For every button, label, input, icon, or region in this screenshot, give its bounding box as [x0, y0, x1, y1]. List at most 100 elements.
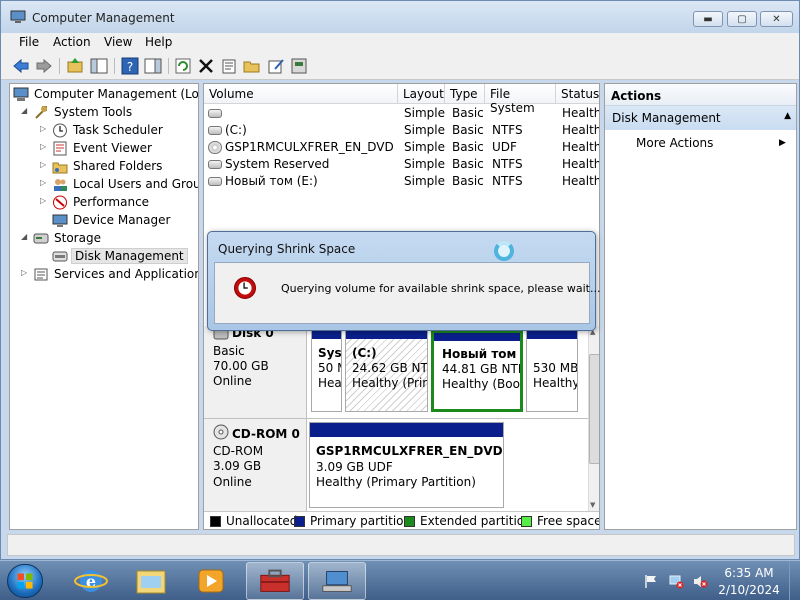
window-title: Computer Management	[32, 11, 175, 25]
disk-properties-icon[interactable]	[290, 57, 308, 75]
computer-management-icon	[10, 10, 26, 23]
partition-size: 50 M	[318, 361, 341, 375]
legend-swatch-extended	[404, 516, 415, 527]
legend-label: Primary partition	[310, 514, 412, 528]
partition-system-reserved[interactable]: Sys 50 M Hea	[311, 330, 342, 412]
forward-arrow-icon[interactable]	[35, 57, 53, 75]
computer-icon	[13, 87, 29, 101]
cd-drive-icon	[208, 141, 222, 154]
expand-arrow-icon[interactable]: ▷	[40, 124, 48, 133]
partition-status: Hea	[318, 376, 342, 390]
table-row[interactable]: (C:) Simple Basic NTFS Healthy	[204, 122, 599, 139]
expand-arrow-icon[interactable]: ▷	[40, 160, 48, 169]
toolbar: ?	[1, 53, 799, 80]
expand-arrow-icon[interactable]: ▷	[40, 142, 48, 151]
scroll-down-arrow-icon[interactable]: ▼	[590, 501, 595, 509]
computer-management-icon	[322, 571, 352, 592]
menu-help[interactable]: Help	[145, 35, 172, 49]
title-bar[interactable]: Computer Management ▬ ▢ ✕	[1, 1, 799, 33]
column-header-layout[interactable]: Layout	[398, 84, 445, 104]
close-icon: ✕	[772, 14, 781, 25]
partition-label: Sys	[318, 346, 342, 360]
menu-file[interactable]: File	[19, 35, 39, 49]
actions-section-disk-management[interactable]: Disk Management ▲	[605, 106, 796, 130]
scrollbar-thumb[interactable]	[589, 354, 599, 464]
disk-view-scrollbar[interactable]: ▲ ▼	[588, 326, 599, 511]
edit-icon[interactable]	[267, 57, 285, 75]
cdrom-0-state: Online	[213, 475, 252, 489]
table-row[interactable]: System Reserved Simple Basic NTFS Health…	[204, 156, 599, 173]
disk-0-size: 70.00 GB	[213, 359, 269, 373]
cell-volume: (C:)	[225, 123, 247, 137]
partition-c[interactable]: (C:) 24.62 GB NTFS Healthy (Prim	[345, 330, 428, 412]
submenu-arrow-icon[interactable]: ▶	[779, 138, 786, 148]
users-icon	[54, 179, 67, 191]
show-desktop-button[interactable]	[789, 561, 800, 600]
table-row[interactable]: Simple Basic Healthy	[204, 105, 599, 122]
taskbar-toolbox[interactable]	[246, 562, 304, 600]
refresh-icon[interactable]	[174, 57, 192, 75]
menu-action[interactable]: Action	[53, 35, 91, 49]
taskbar-internet-explorer[interactable]: e	[62, 562, 120, 600]
expand-arrow-icon[interactable]: ▷	[40, 196, 48, 205]
tree-label-task-scheduler: Task Scheduler	[73, 123, 163, 137]
column-header-file-system[interactable]: File System	[485, 84, 556, 115]
back-arrow-icon[interactable]	[12, 57, 30, 75]
minimize-button[interactable]: ▬	[693, 11, 723, 27]
status-bar	[7, 534, 795, 556]
table-row[interactable]: Новый том (E:) Simple Basic NTFS Healthy	[204, 173, 599, 190]
tree-label-services: Services and Applications	[54, 267, 199, 281]
properties-icon[interactable]	[220, 57, 238, 75]
collapse-arrow-icon[interactable]: ◢	[21, 232, 29, 241]
internet-explorer-icon: e	[74, 570, 108, 592]
expand-arrow-icon[interactable]: ▷	[21, 268, 29, 277]
legend-label: Free space	[537, 514, 600, 528]
partition-size: 530 MB	[533, 361, 578, 375]
more-actions-item[interactable]: More Actions	[636, 136, 713, 150]
menu-view[interactable]: View	[104, 35, 132, 49]
disk-0-info[interactable]: Disk 0 Basic 70.00 GB Online	[204, 326, 307, 418]
open-folder-icon[interactable]	[243, 57, 261, 75]
cell-layout: Simple	[404, 174, 445, 188]
taskbar-explorer[interactable]	[122, 562, 180, 600]
close-button[interactable]: ✕	[760, 11, 793, 27]
querying-shrink-space-dialog[interactable]: Querying Shrink Space Querying volume fo…	[207, 231, 600, 331]
delete-icon[interactable]	[197, 57, 215, 75]
cell-file-system: NTFS	[492, 123, 523, 137]
cdrom-0-info[interactable]: CD-ROM 0 CD-ROM 3.09 GB Online	[204, 419, 307, 511]
legend-swatch-free	[521, 516, 532, 527]
column-header-type[interactable]: Type	[445, 84, 485, 104]
table-row[interactable]: GSP1RMCULXFRER_EN_DVD (D:) Simple Basic …	[204, 139, 599, 156]
partition-d[interactable]: GSP1RMCULXFRER_EN_DVD (D: 3.09 GB UDF He…	[309, 422, 504, 508]
help-icon[interactable]: ?	[121, 57, 139, 75]
storage-icon	[33, 233, 49, 244]
network-icon[interactable]	[668, 574, 684, 589]
cell-type: Basic	[452, 174, 484, 188]
system-clock[interactable]: 6:35 AM 2/10/2024	[716, 565, 782, 599]
volume-muted-icon[interactable]	[692, 574, 708, 589]
show-hide-action-pane-icon[interactable]	[144, 57, 162, 75]
column-header-volume[interactable]: Volume	[204, 84, 398, 104]
partition-recovery[interactable]: 530 MB Healthy	[526, 330, 578, 412]
action-center-flag-icon[interactable]	[643, 574, 659, 589]
taskbar-media-player[interactable]	[182, 562, 240, 600]
cell-volume: Новый том (E:)	[225, 174, 318, 188]
expand-arrow-icon[interactable]: ▷	[40, 178, 48, 187]
collapse-up-icon[interactable]: ▲	[784, 111, 791, 121]
cell-status: Healthy	[562, 106, 599, 120]
collapse-arrow-icon[interactable]: ◢	[21, 106, 29, 115]
cell-status: Healthy	[562, 123, 599, 137]
clock-date: 2/10/2024	[718, 583, 780, 597]
show-hide-tree-icon[interactable]	[90, 57, 108, 75]
maximize-button[interactable]: ▢	[727, 11, 757, 27]
windows-logo-icon	[17, 573, 33, 589]
dialog-title: Querying Shrink Space	[218, 242, 356, 256]
partition-size: 24.62 GB NTFS	[352, 361, 428, 375]
up-folder-icon[interactable]	[66, 57, 84, 75]
partition-label: (C:)	[352, 346, 377, 360]
taskbar-computer-management[interactable]	[308, 562, 366, 600]
partition-e-selected[interactable]: Новый том 44.81 GB NTF Healthy (Boo	[431, 330, 523, 412]
start-button[interactable]	[7, 564, 43, 598]
column-header-status[interactable]: Status	[556, 84, 599, 104]
actions-section-label: Disk Management	[612, 111, 721, 125]
